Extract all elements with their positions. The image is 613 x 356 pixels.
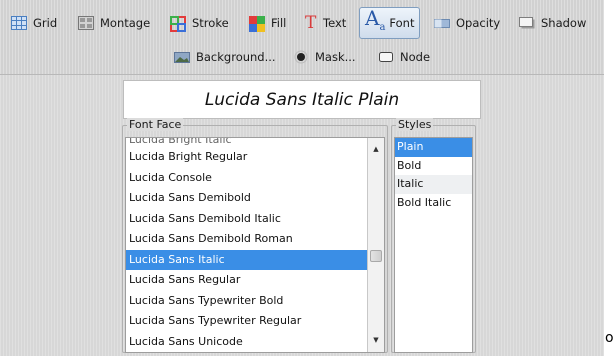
styles-list[interactable]: Plain Bold Italic Bold Italic — [394, 137, 473, 353]
background-icon — [174, 50, 190, 64]
list-item[interactable]: Lucida Sans Demibold — [126, 188, 384, 209]
font-face-items: Lucida Bright Italic Lucida Bright Regula… — [126, 138, 384, 352]
toolbar-fill-button[interactable]: Fill — [249, 11, 286, 35]
styles-label: Styles — [396, 118, 434, 131]
toolbar-background-button[interactable]: Background... — [174, 45, 276, 69]
list-item[interactable]: Lucida Sans Typewriter Bold — [126, 291, 384, 312]
grid-icon — [11, 16, 27, 30]
scroll-up-arrow-icon[interactable]: ▲ — [368, 142, 384, 156]
montage-icon — [78, 16, 94, 30]
text-icon: T — [305, 13, 317, 33]
node-icon — [378, 50, 394, 64]
list-item-partial[interactable]: Lucida Bright Italic — [126, 138, 384, 147]
toolbar-grid-button[interactable]: Grid — [11, 11, 57, 35]
toolbar-stroke-label: Stroke — [192, 16, 229, 30]
scroll-down-arrow-icon[interactable]: ▼ — [368, 333, 384, 347]
toolbar-text-button[interactable]: T Text — [305, 11, 346, 35]
list-item[interactable]: Lucida Sans Italic — [126, 249, 384, 270]
list-item[interactable]: Lucida Sans Regular — [126, 270, 384, 291]
list-item[interactable]: Bold Italic — [395, 194, 472, 213]
toolbar-opacity-button[interactable]: Opacity — [434, 11, 500, 35]
toolbar-node-label: Node — [400, 50, 431, 64]
stroke-icon — [170, 16, 186, 32]
mask-icon — [293, 50, 309, 64]
styles-items: Plain Bold Italic Bold Italic — [395, 138, 472, 212]
toolbar-text-label: Text — [323, 16, 347, 30]
toolbar-grid-label: Grid — [33, 16, 58, 30]
font-face-label: Font Face — [127, 118, 184, 131]
list-item[interactable]: Lucida Sans Unicode — [126, 332, 384, 353]
toolbar-font-label: Font — [389, 16, 415, 30]
toolbar-shadow-label: Shadow — [541, 16, 587, 30]
toolbar-background-label: Background... — [196, 50, 276, 64]
list-item[interactable]: Lucida Console — [126, 168, 384, 189]
list-item[interactable]: Lucida Sans Demibold Roman — [126, 229, 384, 250]
list-item[interactable]: Plain — [395, 138, 472, 157]
list-item[interactable]: Italic — [395, 175, 472, 194]
toolbar-node-button[interactable]: Node — [378, 45, 430, 69]
list-item[interactable]: Lucida Bright Regular — [126, 147, 384, 168]
fill-icon — [249, 16, 265, 32]
toolbar-mask-button[interactable]: Mask... — [293, 45, 356, 69]
toolbar-mask-label: Mask... — [315, 50, 356, 64]
stage: Grid Montage Stroke Fill T Text Aa Font … — [0, 0, 613, 356]
font-face-list[interactable]: Lucida Bright Italic Lucida Bright Regula… — [125, 137, 385, 353]
list-item[interactable]: Bold — [395, 157, 472, 176]
toolbar-stroke-button[interactable]: Stroke — [170, 11, 229, 35]
scroll-thumb[interactable] — [370, 250, 382, 262]
list-item[interactable]: Lucida Sans Typewriter Regular — [126, 311, 384, 332]
font-panel: Grid Montage Stroke Fill T Text Aa Font … — [0, 0, 604, 356]
shadow-icon — [519, 16, 535, 30]
font-preview-text: Lucida Sans Italic Plain — [204, 89, 400, 110]
toolbar-shadow-button[interactable]: Shadow — [519, 11, 586, 35]
toolbar-montage-button[interactable]: Montage — [78, 11, 150, 35]
toolbar-montage-label: Montage — [100, 16, 151, 30]
font-icon-subscript: a — [379, 22, 386, 33]
toolbar: Grid Montage Stroke Fill T Text Aa Font … — [0, 0, 604, 75]
toolbar-font-button[interactable]: Aa Font — [359, 7, 421, 39]
font-icon-glyph: A — [365, 6, 380, 30]
toolbar-opacity-label: Opacity — [456, 16, 501, 30]
toolbar-fill-label: Fill — [271, 16, 287, 30]
list-item[interactable]: Lucida Sans Demibold Italic — [126, 209, 384, 230]
opacity-icon — [434, 16, 450, 30]
font-face-scrollbar[interactable]: ▲ ▼ — [367, 138, 384, 352]
stray-character: o — [605, 330, 613, 346]
font-icon: Aa — [365, 8, 385, 38]
font-preview: Lucida Sans Italic Plain — [123, 80, 481, 119]
